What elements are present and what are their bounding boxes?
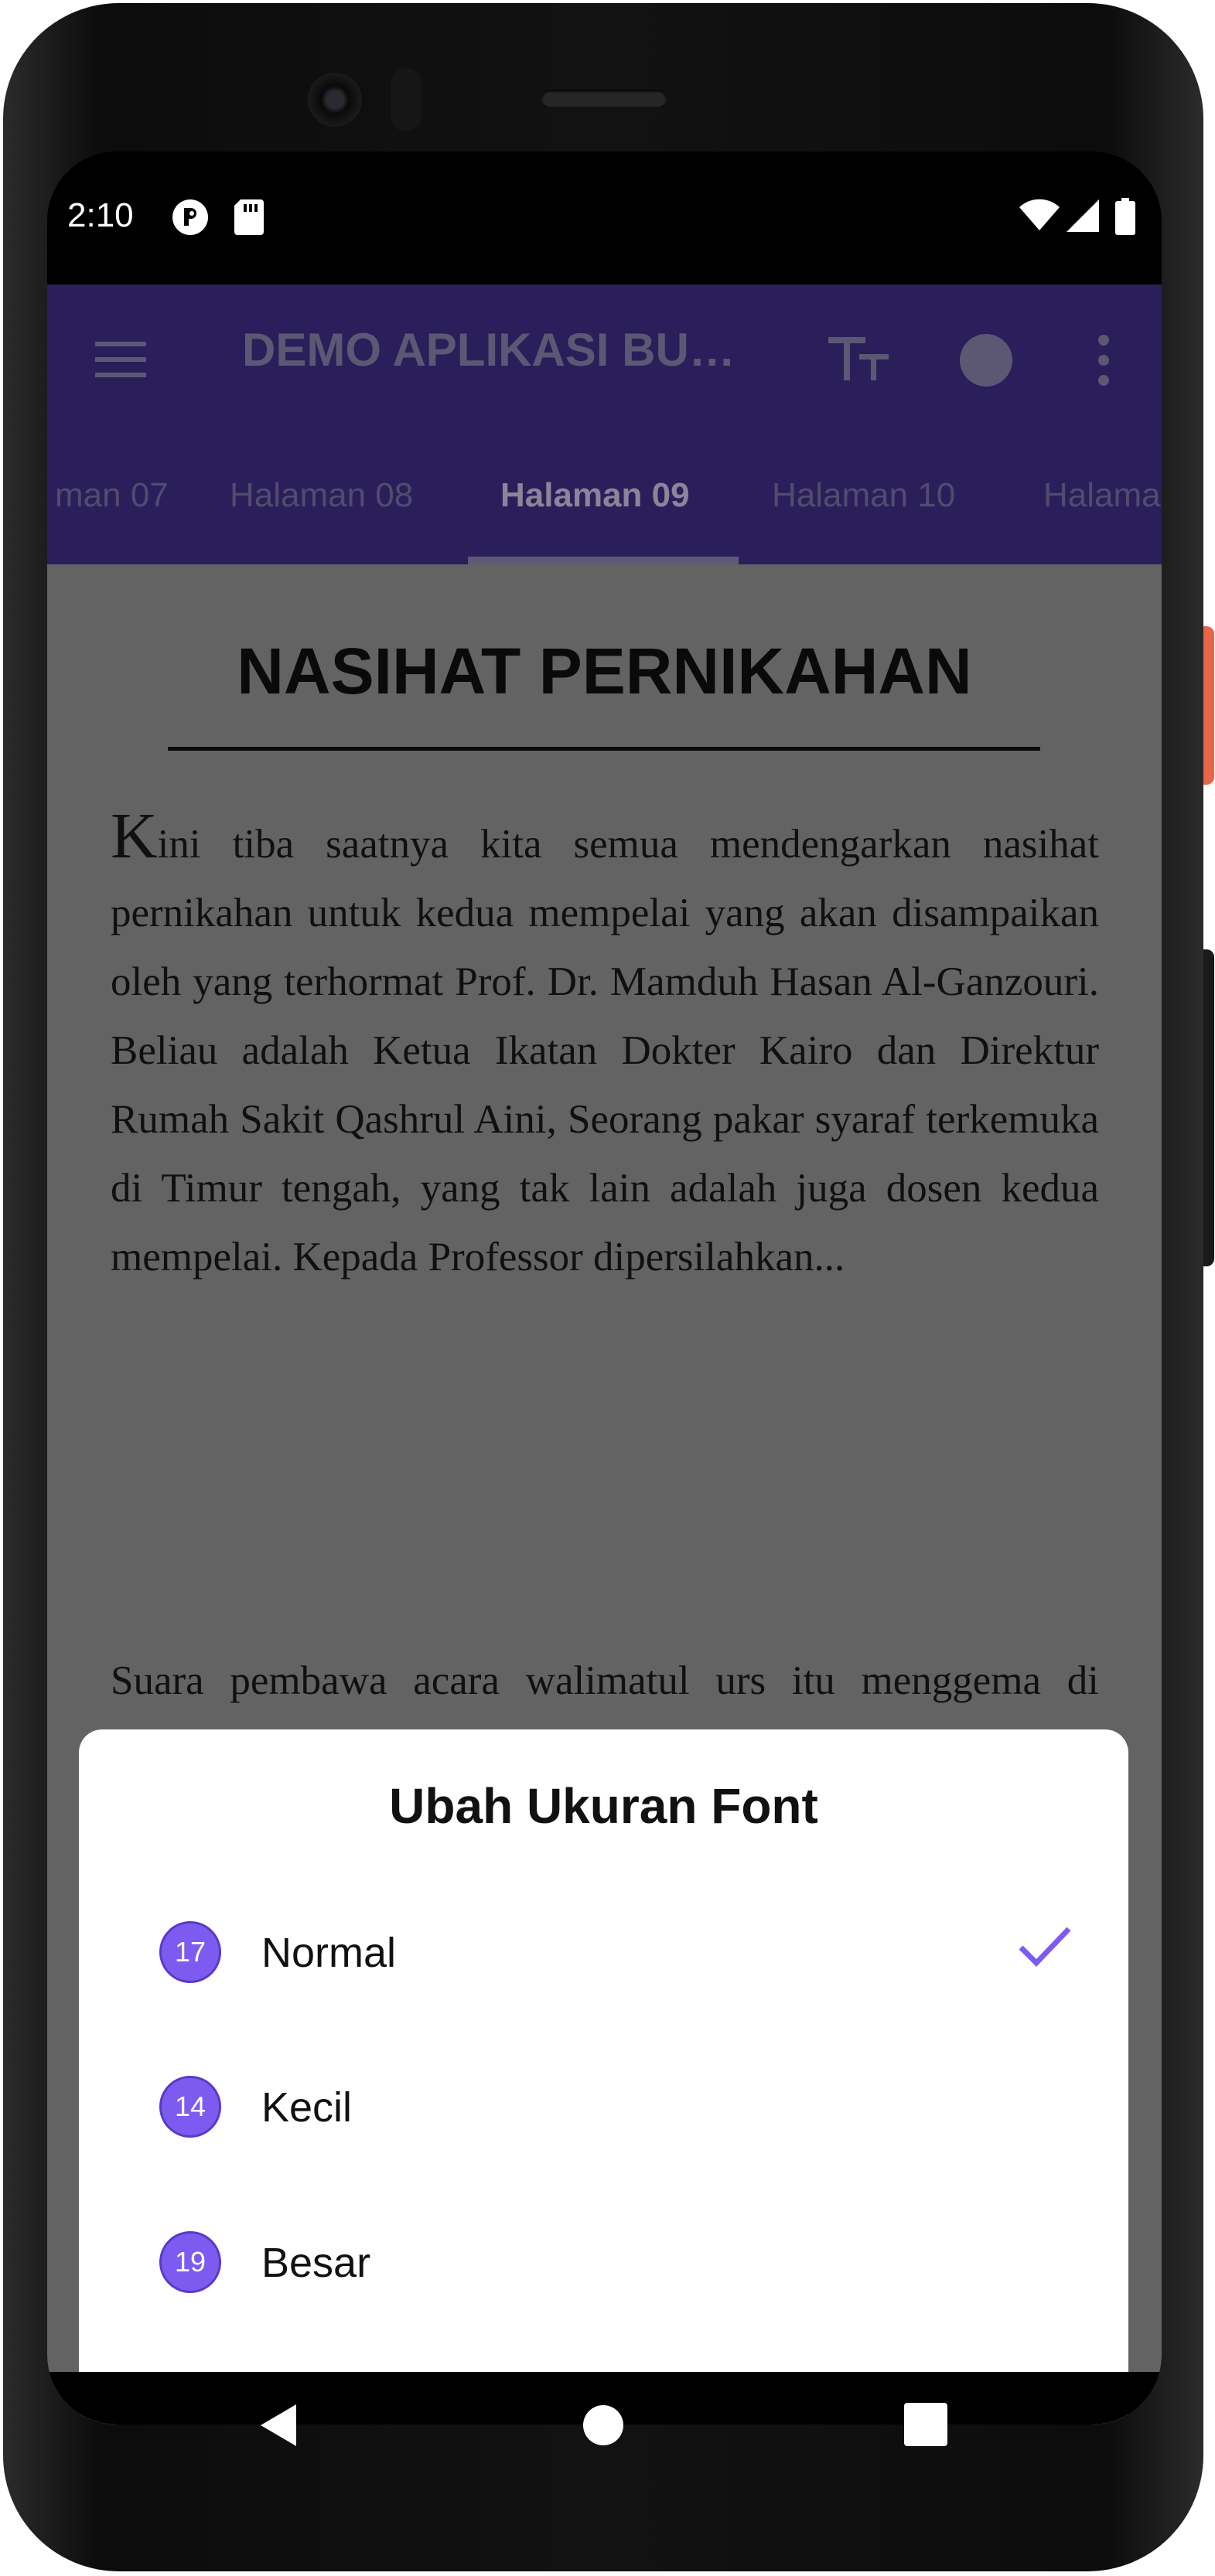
paragraph-1-text: ini tiba saatnya kita semua mendengarkan… <box>111 822 1099 1279</box>
font-option-besar[interactable]: 19 Besar <box>159 2219 1072 2304</box>
more-vertical-icon[interactable] <box>1096 334 1111 387</box>
status-bar: 2:10 <box>47 152 1162 285</box>
app-bar: DEMO APLIKASI BU… <box>47 285 1162 436</box>
heading-underline <box>168 747 1040 751</box>
size-badge: 17 <box>159 1921 221 1983</box>
text-size-icon[interactable] <box>828 337 890 380</box>
battery-icon <box>1115 198 1135 235</box>
power-button <box>1203 626 1214 785</box>
font-option-kecil[interactable]: 14 Kecil <box>159 2063 1072 2148</box>
home-icon[interactable] <box>582 2404 624 2446</box>
back-icon[interactable] <box>258 2403 298 2448</box>
proximity-sensor <box>391 68 421 131</box>
dropcap: K <box>111 800 158 872</box>
font-size-bottom-sheet: Ubah Ukuran Font 17 Normal 14 Kecil 19 B… <box>79 1729 1128 2424</box>
menu-icon[interactable] <box>95 340 146 379</box>
tab-halaman-08[interactable]: Halaman 08 <box>230 476 413 515</box>
recents-icon[interactable] <box>904 2403 947 2446</box>
option-label: Besar <box>261 2240 371 2286</box>
font-option-normal[interactable]: 17 Normal <box>159 1909 1072 1994</box>
tab-halaman-09[interactable]: Halaman 09 <box>500 476 690 515</box>
cast-media-icon <box>172 199 208 235</box>
tab-halaman-07[interactable]: man 07 <box>55 476 169 515</box>
navigation-bar <box>47 2372 1162 2472</box>
volume-button <box>1203 949 1214 1266</box>
cellular-signal-icon <box>1067 199 1099 232</box>
wifi-icon <box>1019 199 1060 230</box>
tab-halaman-10[interactable]: Halaman 10 <box>772 476 955 515</box>
option-label: Kecil <box>261 2084 353 2131</box>
theme-circle-icon[interactable] <box>958 332 1014 388</box>
screen: 2:10 DEMO APLIKASI BU… man 07 Halaman 08… <box>47 152 1162 2424</box>
sd-card-icon <box>234 199 264 235</box>
status-time: 2:10 <box>67 196 134 234</box>
app-title: DEMO APLIKASI BU… <box>242 324 735 376</box>
active-tab-indicator <box>468 557 739 564</box>
front-camera <box>308 73 362 127</box>
sheet-title: Ubah Ukuran Font <box>389 1778 818 1834</box>
page-tabs: man 07 Halaman 08 Halaman 09 Halaman 10 … <box>47 436 1162 564</box>
article-paragraph-1: Kini tiba saatnya kita semua mendengarka… <box>111 804 1099 1292</box>
check-icon <box>1019 1927 1071 1968</box>
option-label: Normal <box>261 1930 397 1976</box>
earpiece-speaker <box>541 90 667 107</box>
tab-halaman-11[interactable]: Halama <box>1043 476 1161 515</box>
size-badge: 14 <box>159 2076 221 2138</box>
size-badge: 19 <box>159 2231 221 2293</box>
article-heading: NASIHAT PERNIKAHAN <box>237 635 972 707</box>
